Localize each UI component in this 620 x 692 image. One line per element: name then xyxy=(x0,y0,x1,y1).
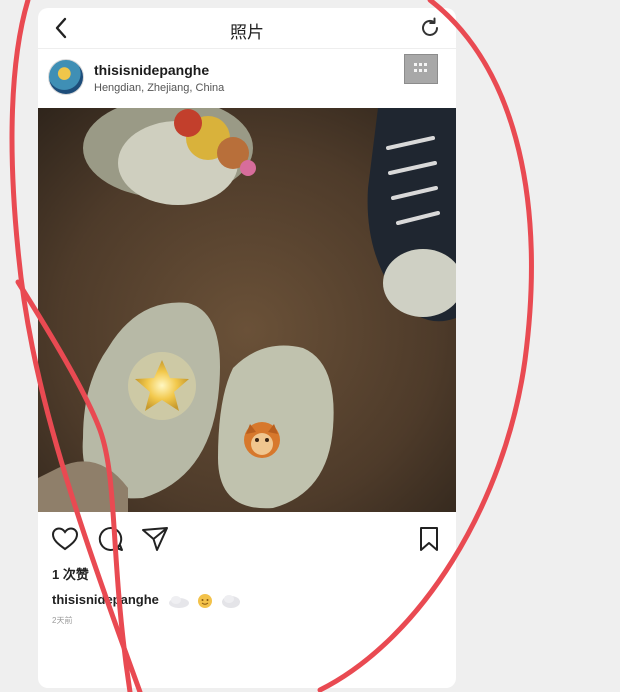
caption-username[interactable]: thisisnidepanghe xyxy=(52,592,159,607)
caption: thisisnidepanghe xyxy=(52,592,247,609)
location[interactable]: Hengdian, Zhejiang, China xyxy=(94,82,224,94)
comment-icon[interactable] xyxy=(96,524,126,554)
top-bar: 照片 xyxy=(38,8,456,49)
post-photo[interactable] xyxy=(38,108,456,512)
likes-count[interactable]: 1 次赞 xyxy=(52,564,89,583)
caption-emoji-icons xyxy=(168,593,240,608)
post-time: 2天前 xyxy=(52,616,73,625)
action-bar xyxy=(38,520,456,560)
avatar[interactable] xyxy=(48,59,84,95)
page-title: 照片 xyxy=(230,23,264,42)
heart-icon[interactable] xyxy=(50,524,80,554)
bookmark-icon[interactable] xyxy=(414,524,444,554)
refresh-icon[interactable] xyxy=(418,16,442,40)
post-card: 照片 thisisnidepanghe Hengdian, Zhejiang, … xyxy=(38,8,456,688)
share-icon[interactable] xyxy=(140,524,170,554)
more-icon xyxy=(414,63,427,72)
post-header: thisisnidepanghe Hengdian, Zhejiang, Chi… xyxy=(38,52,456,108)
username[interactable]: thisisnidepanghe xyxy=(94,62,209,78)
screen: 照片 thisisnidepanghe Hengdian, Zhejiang, … xyxy=(0,0,620,692)
more-button[interactable] xyxy=(404,54,438,84)
